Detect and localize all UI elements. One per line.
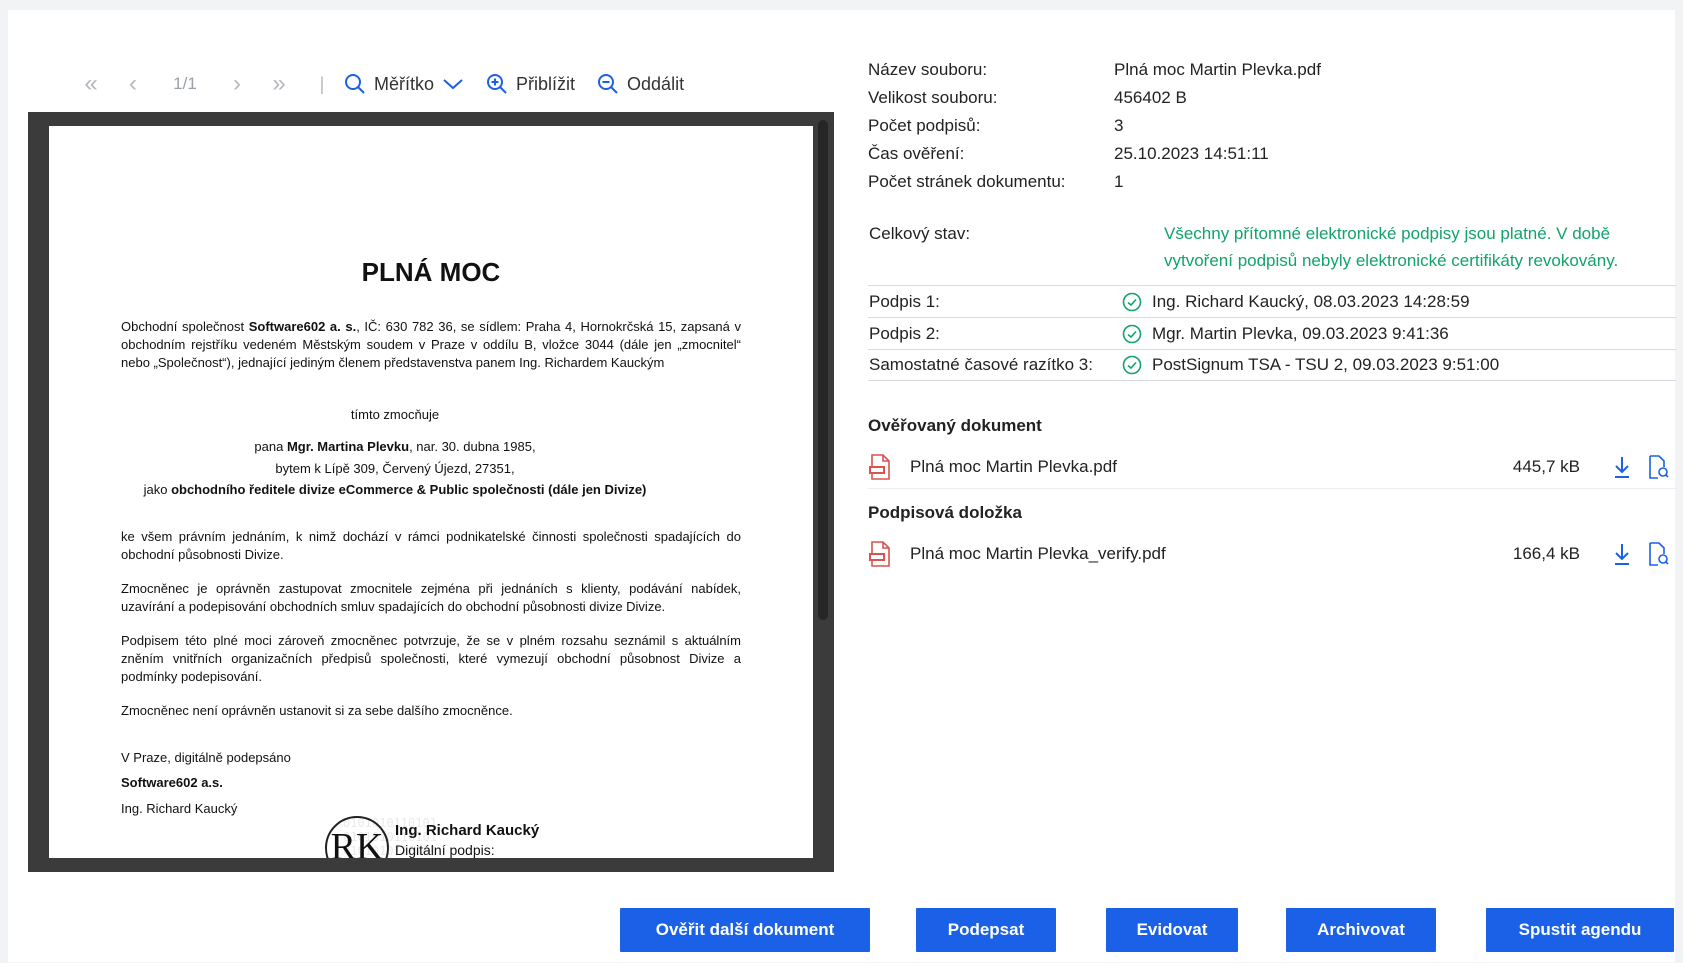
toolbar-divider: | [319, 73, 325, 94]
meta-label: Počet podpisů: [868, 116, 981, 135]
check-circle-icon [1122, 355, 1152, 375]
pdf-file-icon [868, 541, 910, 567]
zoom-out-icon [598, 74, 618, 94]
pdf-viewer[interactable]: PLNÁ MOC Obchodní společnost Software602… [28, 112, 834, 872]
download-icon[interactable] [1604, 456, 1640, 478]
overall-state-label: Celkový stav: [869, 224, 971, 243]
pdf-page: PLNÁ MOC Obchodní společnost Software602… [49, 126, 813, 858]
signature-clause-file-size: 166,4 kB [1512, 544, 1580, 563]
search-icon [345, 74, 365, 94]
signature-label: Podpis 1: [869, 291, 940, 311]
meta-verify-time: Čas ověření: 25.10.2023 14:51:11 [868, 144, 1269, 172]
register-button[interactable]: Evidovat [1106, 908, 1238, 952]
meta-value: 1 [1114, 172, 1124, 191]
doc-authorizes: tímto zmocňuje [350, 407, 440, 422]
page-indicator: 1/1 [173, 74, 197, 93]
signature-clause-row: Plná moc Martin Plevka_verify.pdf 166,4 … [868, 532, 1676, 576]
file-detail-icon[interactable] [1640, 542, 1676, 566]
doc-place: V Praze, digitálně podepsáno [121, 750, 291, 765]
doc-paragraph-5: Zmocněnec není oprávněn ustanovit si za … [121, 703, 513, 718]
doc-person-name: Mgr. Martina Plevku [286, 439, 410, 454]
signature-clause-file-name[interactable]: Plná moc Martin Plevka_verify.pdf [910, 544, 1490, 564]
scale-label: Měřítko [374, 73, 435, 94]
scale-dropdown[interactable]: Měřítko [344, 73, 464, 95]
chevron-down-icon [443, 79, 463, 90]
doc-text: jako [143, 482, 172, 497]
zoom-out-button[interactable]: Oddálit [597, 73, 684, 95]
first-page-icon[interactable]: « [70, 72, 112, 96]
doc-paragraph-4: Podpisem této plné moci zároveň zmocněne… [121, 633, 741, 684]
signature-value: PostSignum TSA - TSU 2, 09.03.2023 9:51:… [1152, 355, 1500, 374]
signature-row: Podpis 1: Ing. Richard Kaucký, 08.03.202… [868, 285, 1676, 317]
meta-label: Čas ověření: [868, 144, 965, 163]
doc-role: jako obchodního ředitele divize eCommerc… [49, 482, 777, 497]
doc-company: Software602 a. s. [248, 319, 357, 334]
doc-title: PLNÁ MOC [361, 257, 501, 287]
meta-value: 25.10.2023 14:51:11 [1114, 144, 1269, 163]
stamp-name: Ing. Richard Kaucký [395, 822, 540, 839]
doc-paragraph-2: ke všem právním jednáním, k nimž dochází… [121, 529, 741, 562]
overall-state-value: Všechny přítomné elektronické podpisy js… [1164, 224, 1619, 270]
check-circle-icon [1122, 324, 1152, 344]
doc-text: , nar. 30. dubna 1985, [409, 439, 536, 454]
meta-value: 3 [1114, 116, 1124, 135]
verified-doc-file-name[interactable]: Plná moc Martin Plevka.pdf [910, 457, 1490, 477]
last-page-icon[interactable]: » [258, 72, 300, 96]
signature-stamp: 0101010110101 0101010110101 0101010110101 … [325, 816, 575, 858]
next-page-icon[interactable]: › [216, 72, 258, 96]
verified-doc-row: Plná moc Martin Plevka.pdf 445,7 kB [868, 445, 1676, 489]
viewer-toolbar: « ‹ 1/1 › » | Měřítko Přiblížit Oddálit [70, 66, 706, 102]
zoom-in-button[interactable]: Přiblížit [486, 73, 575, 95]
meta-label: Počet stránek dokumentu: [868, 172, 1066, 191]
run-agenda-button[interactable]: Spustit agendu [1486, 908, 1674, 952]
app-window: « ‹ 1/1 › » | Měřítko Přiblížit Oddálit … [8, 10, 1676, 962]
zoom-in-label: Přiblížit [516, 73, 576, 94]
download-icon[interactable] [1604, 543, 1640, 565]
doc-text: Obchodní společnost [121, 319, 249, 334]
signature-row: Podpis 2: Mgr. Martin Plevka, 09.03.2023… [868, 317, 1676, 349]
viewer-scrollbar[interactable] [818, 120, 828, 620]
signature-row: Samostatné časové razítko 3: PostSignum … [868, 349, 1676, 381]
doc-address: bytem k Lípě 309, Červený Újezd, 27351, [275, 461, 515, 476]
sign-button[interactable]: Podepsat [916, 908, 1056, 952]
doc-text: pana [254, 439, 287, 454]
pdf-file-icon [868, 453, 910, 480]
meta-signature-count: Počet podpisů: 3 [868, 116, 1123, 144]
doc-paragraph-intro: Obchodní společnost Software602 a. s., I… [121, 318, 741, 372]
prev-page-icon[interactable]: ‹ [112, 72, 154, 96]
signature-value: Ing. Richard Kaucký, 08.03.2023 14:28:59 [1152, 291, 1470, 311]
check-circle-icon [1122, 292, 1152, 312]
meta-page-count: Počet stránek dokumentu: 1 [868, 172, 1123, 200]
meta-file-name: Název souboru: Plná moc Martin Plevka.pdf [868, 60, 1321, 88]
signature-label: Podpis 2: [869, 323, 940, 343]
verify-other-button[interactable]: Ověřit další dokument [620, 908, 870, 952]
signature-clause-title: Podpisová doložka [868, 503, 1022, 522]
meta-file-size: Velikost souboru: 456402 B [868, 88, 1187, 116]
doc-paragraph-3: Zmocněnec je oprávněn zastupovat zmocnit… [121, 581, 741, 614]
archive-button[interactable]: Archivovat [1286, 908, 1436, 952]
stamp-line: Digitální podpis: [395, 842, 495, 858]
meta-value: 456402 B [1114, 88, 1187, 107]
meta-label: Název souboru: [868, 60, 988, 79]
signature-value: Mgr. Martin Plevka, 09.03.2023 9:41:36 [1152, 323, 1449, 343]
verified-doc-title: Ověřovaný dokument [868, 416, 1042, 435]
zoom-in-icon [487, 74, 507, 94]
verified-doc-file-size: 445,7 kB [1512, 456, 1580, 476]
doc-role-name: obchodního ředitele divize eCommerce & P… [171, 482, 647, 497]
zoom-out-label: Oddálit [627, 73, 685, 94]
doc-person: pana Mgr. Martina Plevku, nar. 30. dubna… [49, 439, 777, 454]
meta-value: Plná moc Martin Plevka.pdf [1114, 60, 1321, 79]
file-detail-icon[interactable] [1640, 454, 1676, 479]
doc-signer-company: Software602 a.s. [121, 775, 223, 790]
meta-label: Velikost souboru: [868, 88, 998, 107]
signature-label: Samostatné časové razítko 3: [869, 355, 1093, 374]
